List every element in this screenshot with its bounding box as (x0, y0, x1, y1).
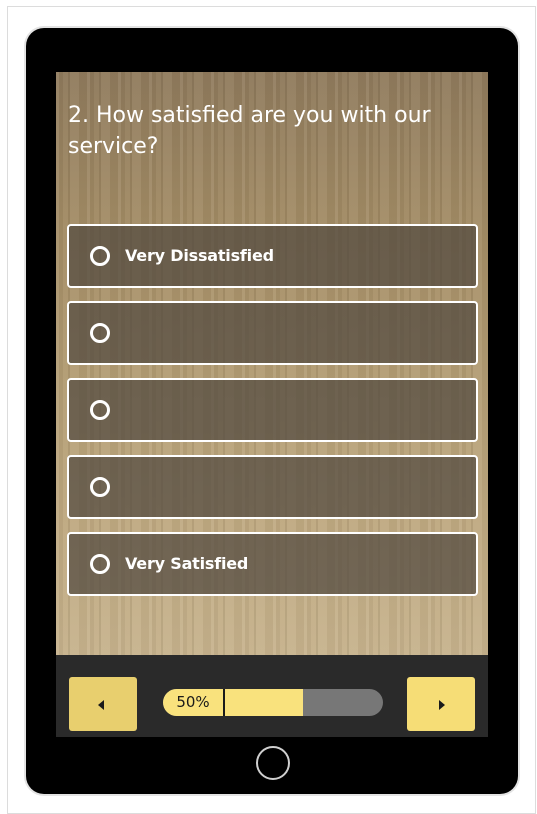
radio-circle-icon (90, 400, 110, 420)
radio-circle-icon (90, 477, 110, 497)
radio-circle-icon (90, 554, 110, 574)
option-label: Very Satisfied (125, 554, 249, 573)
question-text: 2. How satisfied are you with our servic… (68, 103, 431, 159)
tablet-device: 2. How satisfied are you with our servic… (26, 28, 518, 794)
progress-percent-label: 50% (163, 689, 225, 716)
survey-navigation-bar: 50% (56, 655, 488, 737)
option-label: Very Dissatisfied (125, 246, 274, 265)
previous-button[interactable] (69, 677, 137, 731)
option-4[interactable] (67, 455, 478, 519)
radio-circle-icon (90, 323, 110, 343)
next-button[interactable] (407, 677, 475, 731)
radio-circle-icon (90, 246, 110, 266)
option-3[interactable] (67, 378, 478, 442)
caret-left-icon (98, 700, 104, 710)
option-very-satisfied[interactable]: Very Satisfied (67, 532, 478, 596)
option-2[interactable] (67, 301, 478, 365)
caret-right-icon (439, 700, 445, 710)
option-very-dissatisfied[interactable]: Very Dissatisfied (67, 224, 478, 288)
progress-bar: 50% (163, 689, 383, 716)
survey-screen: 2. How satisfied are you with our servic… (56, 72, 488, 655)
home-button[interactable] (256, 746, 290, 780)
